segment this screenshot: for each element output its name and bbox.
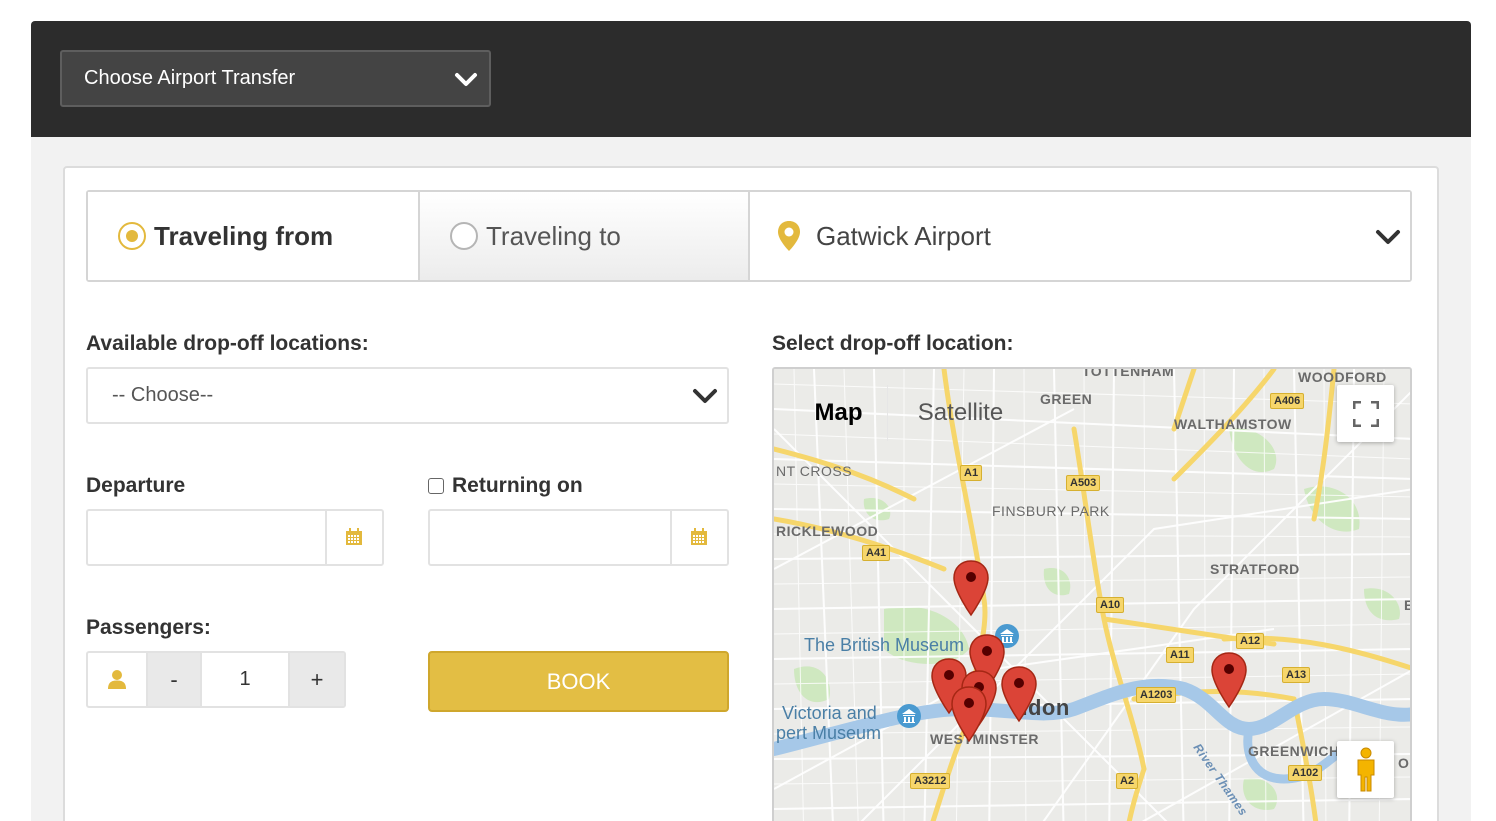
location-select[interactable]: Gatwick Airport bbox=[750, 192, 1410, 280]
booking-card: Traveling from Traveling to Gatwick Airp… bbox=[63, 166, 1439, 821]
pegman-icon bbox=[1357, 747, 1375, 792]
chevron-down-icon bbox=[455, 73, 477, 86]
departure-calendar-button[interactable] bbox=[325, 511, 382, 564]
tab-traveling-to-label: Traveling to bbox=[486, 221, 621, 251]
tab-traveling-from-label: Traveling from bbox=[154, 221, 334, 251]
road-shield-a3212: A3212 bbox=[910, 773, 951, 789]
map-title: Select drop-off location: bbox=[772, 332, 1014, 355]
map-type-map-button[interactable]: Map bbox=[790, 385, 887, 441]
tab-traveling-from[interactable]: Traveling from bbox=[88, 192, 420, 280]
map-poi-va-line1[interactable]: Victoria and bbox=[782, 703, 877, 724]
passenger-icon-addon bbox=[88, 653, 146, 706]
dropoff-location-select-value: -- Choose-- bbox=[112, 384, 214, 406]
map-label-woodford: WOODFORD bbox=[1298, 369, 1387, 385]
road-shield-a10: A10 bbox=[1096, 597, 1125, 613]
map-marker-icon[interactable] bbox=[1210, 651, 1248, 709]
tab-traveling-to[interactable]: Traveling to bbox=[420, 192, 750, 280]
location-select-value: Gatwick Airport bbox=[816, 221, 991, 251]
returning-checkbox[interactable] bbox=[428, 478, 444, 494]
road-shield-a1203: A1203 bbox=[1136, 687, 1177, 703]
direction-tabs: Traveling from Traveling to Gatwick Airp… bbox=[86, 190, 1412, 282]
book-button[interactable]: BOOK bbox=[428, 651, 729, 712]
map-marker-icon[interactable] bbox=[950, 685, 988, 743]
map-label-cricklewood: RICKLEWOOD bbox=[776, 523, 879, 539]
top-bar: Choose Airport Transfer bbox=[31, 21, 1471, 137]
road-shield-a1: A1 bbox=[960, 465, 983, 481]
road-shield-a503: A503 bbox=[1066, 475, 1101, 491]
fullscreen-icon bbox=[1353, 401, 1379, 427]
map-pin-icon bbox=[778, 221, 800, 251]
fullscreen-button[interactable] bbox=[1337, 385, 1394, 442]
chevron-down-icon bbox=[1376, 230, 1400, 244]
map-label-greenwich: GREENWICH bbox=[1248, 743, 1340, 759]
map-marker-icon[interactable] bbox=[952, 559, 990, 617]
returning-calendar-button[interactable] bbox=[670, 511, 727, 564]
returning-label: Returning on bbox=[452, 474, 583, 497]
map-label-tottenham: TOTTENHAM bbox=[1082, 367, 1175, 379]
departure-label: Departure bbox=[86, 474, 186, 497]
road-shield-a41: A41 bbox=[862, 545, 891, 561]
calendar-icon bbox=[691, 528, 707, 545]
dropoff-locations-label: Available drop-off locations: bbox=[86, 332, 369, 355]
departure-date-input[interactable] bbox=[86, 509, 384, 566]
airport-transfer-select-value: Choose Airport Transfer bbox=[84, 67, 296, 89]
dropoff-map[interactable]: TOTTENHAM WOODFORD GREEN WALTHAMSTOW NT … bbox=[772, 367, 1412, 821]
road-shield-a2: A2 bbox=[1116, 773, 1139, 789]
map-label-e: E bbox=[1404, 597, 1410, 613]
user-icon bbox=[108, 670, 126, 689]
map-poi-va-line2[interactable]: pert Museum bbox=[776, 723, 881, 744]
map-label-finsbury-park: FINSBURY PARK bbox=[992, 503, 1110, 519]
returning-date-input[interactable] bbox=[428, 509, 729, 566]
airport-transfer-select[interactable]: Choose Airport Transfer bbox=[60, 50, 491, 107]
map-label-ol: OI bbox=[1398, 755, 1410, 771]
passengers-count-input[interactable]: 1 bbox=[202, 653, 288, 706]
passengers-stepper: - 1 + bbox=[86, 651, 346, 708]
passengers-label: Passengers: bbox=[86, 616, 211, 639]
radio-traveling-to[interactable] bbox=[450, 222, 478, 250]
road-shield-a406: A406 bbox=[1270, 393, 1305, 409]
museum-icon bbox=[897, 704, 921, 728]
map-label-green: GREEN bbox=[1040, 391, 1093, 407]
map-marker-icon[interactable] bbox=[1000, 665, 1038, 723]
street-view-pegman-button[interactable] bbox=[1337, 741, 1394, 798]
passengers-decrement-button[interactable]: - bbox=[146, 653, 202, 706]
chevron-down-icon bbox=[693, 389, 717, 403]
road-shield-a11: A11 bbox=[1166, 647, 1194, 663]
map-poi-british-museum[interactable]: The British Museum bbox=[804, 635, 964, 656]
booking-widget: Choose Airport Transfer Traveling from T… bbox=[31, 21, 1471, 821]
road-shield-a102: A102 bbox=[1288, 765, 1323, 781]
map-label-walthamstow: WALTHAMSTOW bbox=[1174, 416, 1292, 432]
road-shield-a13: A13 bbox=[1282, 667, 1311, 683]
calendar-icon bbox=[346, 528, 362, 545]
map-type-satellite-button[interactable]: Satellite bbox=[887, 385, 1033, 441]
map-label-stratford: STRATFORD bbox=[1210, 561, 1300, 577]
passengers-increment-button[interactable]: + bbox=[288, 653, 344, 706]
radio-traveling-from[interactable] bbox=[118, 222, 146, 250]
map-label-kings-cross: NT CROSS bbox=[776, 463, 853, 479]
road-shield-a12: A12 bbox=[1236, 633, 1265, 649]
dropoff-location-select[interactable]: -- Choose-- bbox=[86, 367, 729, 424]
